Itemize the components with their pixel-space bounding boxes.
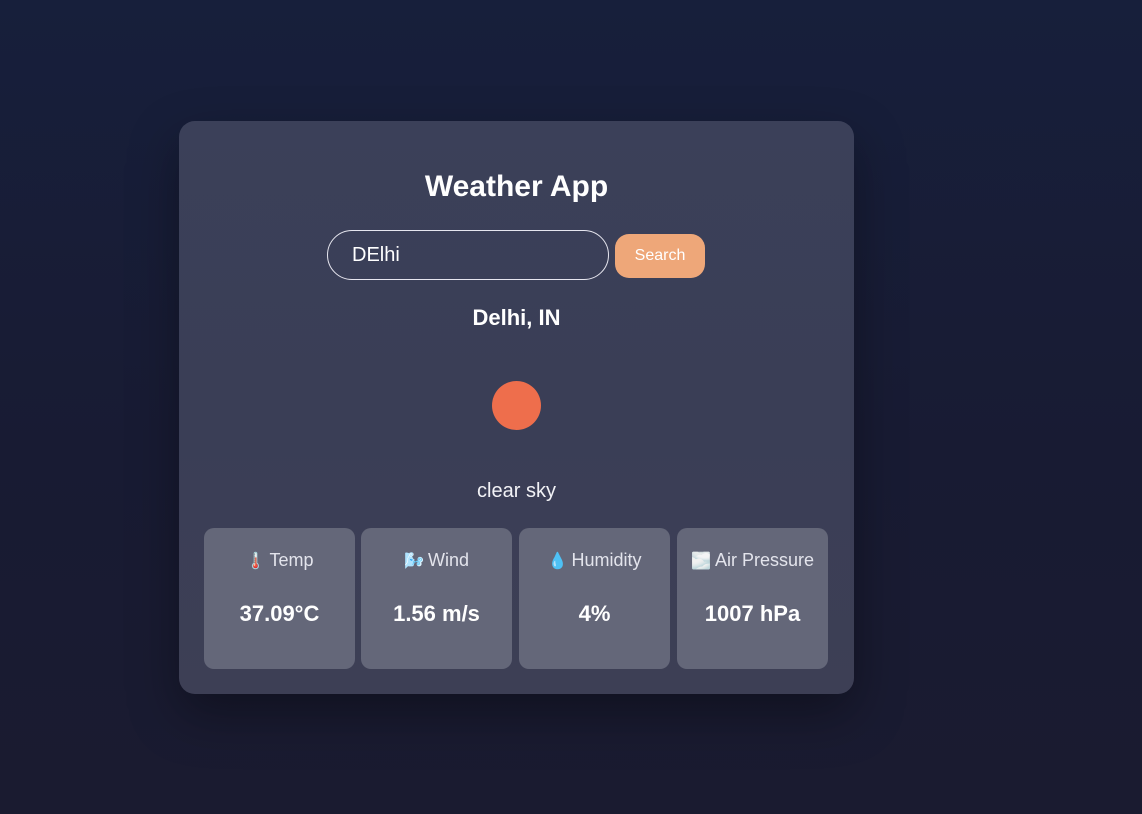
droplet-icon: 💧	[547, 553, 568, 570]
stat-air-pressure-value: 1007 hPa	[704, 601, 801, 626]
city-search-input[interactable]	[327, 230, 609, 280]
stat-humidity-label-row: 💧 Humidity	[519, 548, 670, 574]
stat-wind-value: 1.56 m/s	[393, 601, 480, 626]
search-bar: Search	[327, 230, 727, 280]
stat-air-pressure-label-row: 🌫️ Air Pressure	[677, 548, 828, 574]
pressure-icon: 🌫️	[691, 553, 711, 570]
weather-card: Weather App Search Delhi, IN clear sky 🌡…	[179, 121, 854, 694]
stat-air-pressure: 🌫️ Air Pressure 1007 hPa	[677, 528, 828, 669]
stat-wind: 🌬️ Wind 1.56 m/s	[361, 528, 512, 669]
thermometer-icon: 🌡️	[245, 553, 266, 570]
search-button[interactable]: Search	[615, 234, 705, 278]
stat-wind-label: Wind	[427, 550, 469, 570]
sun-icon	[492, 381, 541, 430]
weather-stats: 🌡️ Temp 37.09°C 🌬️ Wind 1.56 m/s 💧 Humidity…	[204, 528, 829, 669]
stat-humidity-label: Humidity	[571, 550, 642, 570]
stat-air-pressure-label: Air Pressure	[714, 550, 814, 570]
stat-wind-label-row: 🌬️ Wind	[361, 548, 512, 574]
app-title: Weather App	[424, 170, 609, 203]
stat-temp-value: 37.09°C	[239, 601, 320, 626]
stat-humidity: 💧 Humidity 4%	[519, 528, 670, 669]
wind-face-icon: 🌬️	[404, 553, 424, 570]
stat-temp: 🌡️ Temp 37.09°C	[204, 528, 355, 669]
stat-humidity-value: 4%	[578, 601, 611, 626]
stat-temp-label: Temp	[269, 550, 314, 570]
stat-temp-label-row: 🌡️ Temp	[204, 548, 355, 574]
weather-description: clear sky	[477, 480, 556, 502]
location-name: Delhi, IN	[472, 305, 561, 330]
